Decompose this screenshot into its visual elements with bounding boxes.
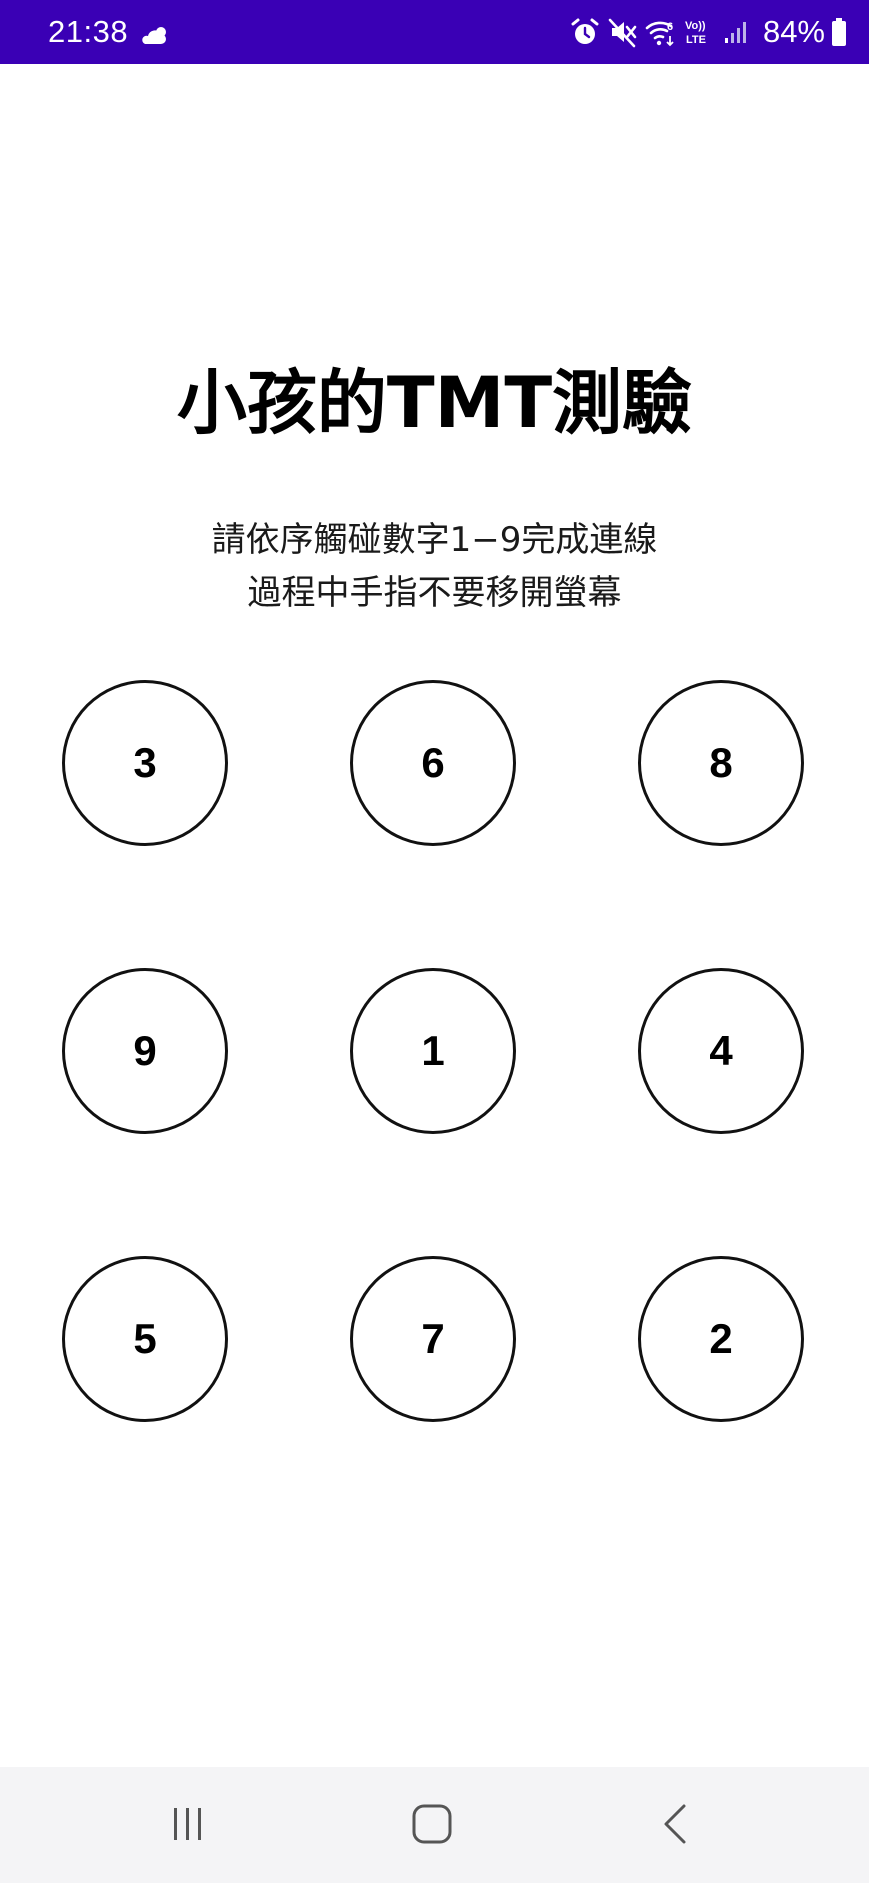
svg-text:Vo)): Vo)): [685, 20, 706, 32]
number-label: 6: [421, 739, 445, 786]
number-circle[interactable]: 4: [638, 968, 804, 1134]
screen: 21:38 6 Vo)) LTE 84% 小孩的TMT測驗 請依序觸碰數字1−9…: [0, 0, 869, 1883]
alarm-icon: [569, 16, 601, 48]
number-label: 7: [421, 1315, 445, 1362]
back-button[interactable]: [636, 1791, 716, 1861]
home-icon: [410, 1802, 454, 1850]
battery-icon: [831, 18, 847, 46]
number-circle[interactable]: 9: [62, 968, 228, 1134]
mute-icon: [607, 16, 639, 48]
status-time: 21:38: [48, 14, 129, 49]
status-bar: 21:38 6 Vo)) LTE 84%: [0, 0, 869, 64]
signal-icon: [721, 16, 753, 48]
number-circle[interactable]: 8: [638, 680, 804, 846]
number-circle[interactable]: 2: [638, 1256, 804, 1422]
number-label: 8: [709, 739, 733, 786]
number-label: 1: [421, 1027, 445, 1074]
navigation-bar: [0, 1767, 869, 1883]
volte-icon: Vo)) LTE: [683, 16, 715, 48]
svg-text:LTE: LTE: [686, 34, 706, 46]
number-label: 5: [133, 1315, 157, 1362]
number-label: 4: [709, 1027, 733, 1074]
number-label: 3: [133, 739, 157, 786]
number-circle[interactable]: 1: [350, 968, 516, 1134]
number-circle[interactable]: 3: [62, 680, 228, 846]
recent-apps-icon: [168, 1804, 208, 1848]
instruction-line-1: 請依序觸碰數字1−9完成連線: [211, 520, 658, 560]
number-label: 9: [133, 1027, 157, 1074]
home-button[interactable]: [392, 1791, 472, 1861]
wifi-6-icon: 6: [645, 16, 677, 48]
svg-text:6: 6: [667, 21, 673, 33]
page-title: 小孩的TMT測驗: [176, 362, 693, 444]
number-label: 2: [709, 1315, 733, 1362]
recent-apps-button[interactable]: [148, 1791, 228, 1861]
battery-percent: 84%: [762, 14, 825, 49]
back-icon: [656, 1802, 696, 1850]
number-circle[interactable]: 6: [350, 680, 516, 846]
weather-cloud-sun-icon: [139, 24, 171, 48]
number-circle[interactable]: 7: [350, 1256, 516, 1422]
number-circle[interactable]: 5: [62, 1256, 228, 1422]
instructions: 請依序觸碰數字1−9完成連線 過程中手指不要移開螢幕: [0, 514, 869, 620]
status-icons: 6 Vo)) LTE 84%: [563, 12, 847, 52]
instruction-line-2: 過程中手指不要移開螢幕: [247, 573, 622, 613]
